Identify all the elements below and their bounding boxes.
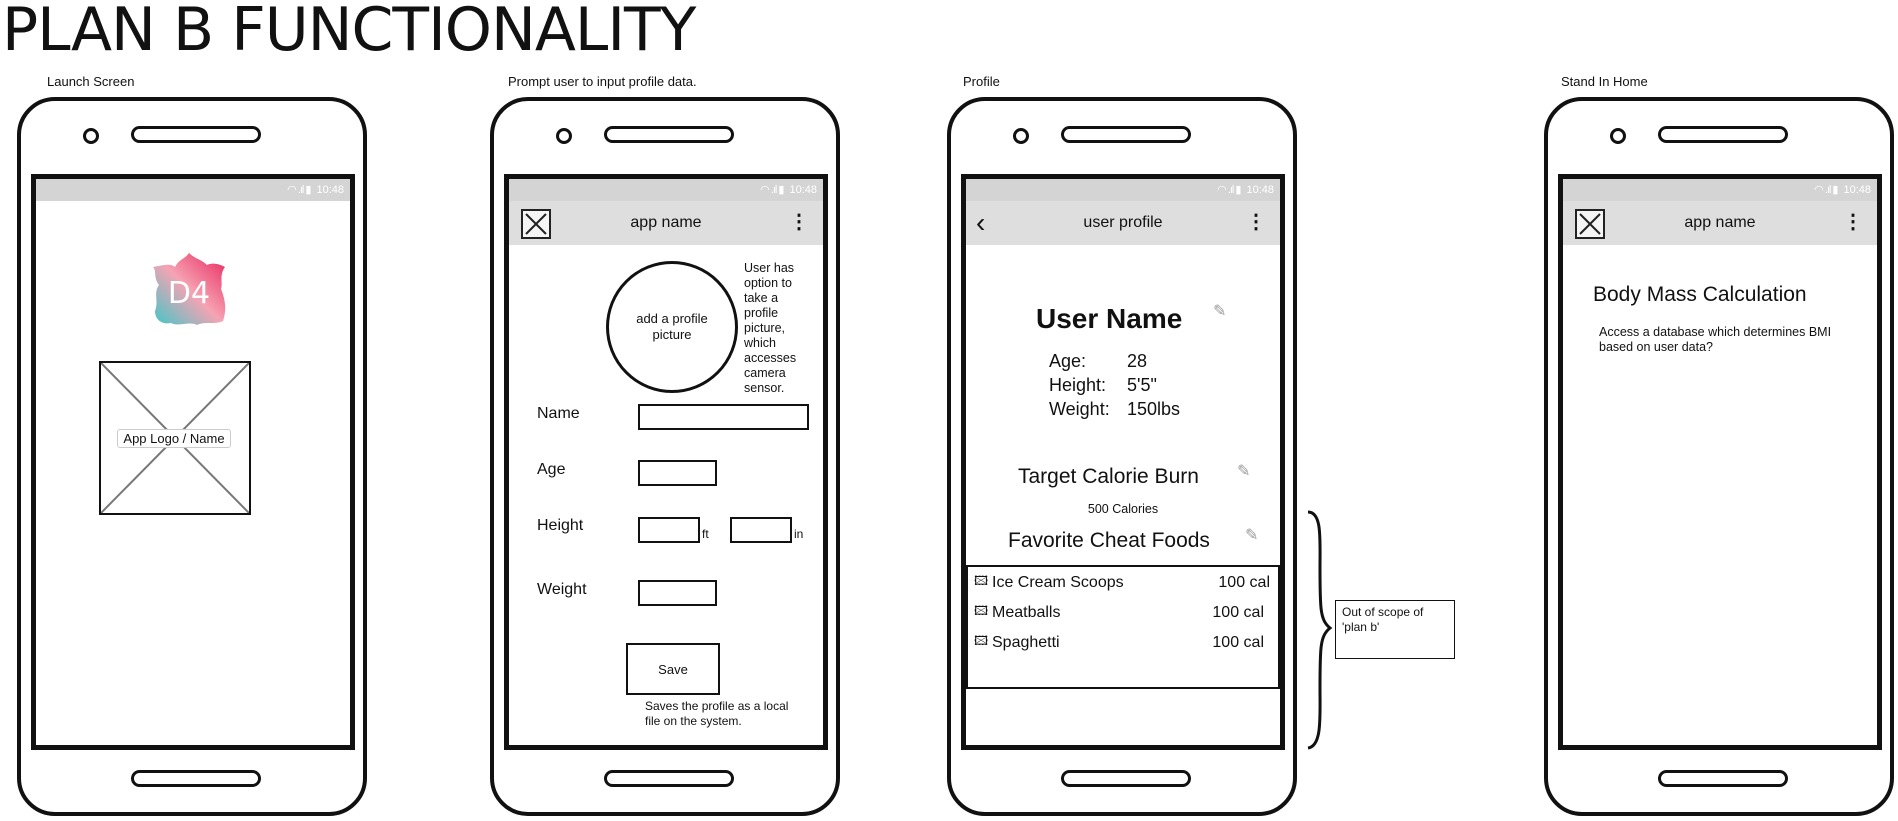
app-title: app name <box>630 214 702 231</box>
image-icon: 🖾 <box>974 573 989 588</box>
save-button-label: Save <box>658 661 688 677</box>
wifi-signal-battery-icon: ◠ .ıl ▮ <box>1814 184 1838 196</box>
status-bar: ◠ .ıl ▮ 10:48 <box>36 179 350 201</box>
weight-input[interactable] <box>638 580 717 606</box>
out-of-scope-text: Out of scope of 'plan b' <box>1342 605 1424 634</box>
weight-label: Weight <box>537 581 587 598</box>
bmi-description: Access a database which determines BMI b… <box>1599 325 1832 354</box>
status-time: 10:48 <box>789 184 817 196</box>
profile-picture-label: add a profile picture <box>636 311 708 342</box>
wifi-signal-battery-icon: ◠ .ıl ▮ <box>760 184 784 196</box>
profile-screen-label: Profile <box>963 74 1000 89</box>
out-of-scope-note: Out of scope of 'plan b' <box>1335 600 1455 659</box>
user-name: User Name <box>1036 303 1183 334</box>
weight-label: Weight: <box>1049 399 1110 419</box>
food-name: Meatballs <box>992 604 1061 621</box>
list-item[interactable]: 🖾 Spaghetti 100 cal <box>974 631 1264 655</box>
wifi-signal-battery-icon: ◠ .ıl ▮ <box>287 184 311 196</box>
camera-icon <box>83 128 99 144</box>
food-name: Spaghetti <box>992 634 1060 651</box>
speaker-slot <box>1061 126 1191 143</box>
home-button[interactable] <box>604 770 734 787</box>
cheat-foods-list: 🖾 Ice Cream Scoops 100 cal 🖾 Meatballs 1… <box>966 565 1280 689</box>
launch-phone: ◠ .ıl ▮ 10:48 D4 App Logo / Name <box>17 97 367 816</box>
page-title: PLAN B FUNCTIONALITY <box>2 0 696 65</box>
app-title: user profile <box>1083 214 1163 231</box>
standin-screen-label: Stand In Home <box>1561 74 1648 89</box>
d4-logo: D4 <box>149 249 229 329</box>
standin-phone: ◠ .ıl ▮ 10:48 app name ⋮ Body Mass Calcul… <box>1544 97 1894 816</box>
food-cal: 100 cal <box>1212 634 1264 651</box>
target-calorie-value: 500 Calories <box>1087 502 1159 516</box>
placeholder-label: App Logo / Name <box>117 429 231 448</box>
height-label: Height <box>537 517 584 534</box>
more-menu-icon[interactable]: ⋮ <box>789 210 809 234</box>
profile-picture-button[interactable]: add a profile picture <box>606 261 738 393</box>
list-item[interactable]: 🖾 Ice Cream Scoops 100 cal <box>974 571 1270 595</box>
profile-phone: ◠ .ıl ▮ 10:48 ‹ user profile ⋮ User Name … <box>947 97 1297 816</box>
status-time: 10:48 <box>1246 184 1274 196</box>
food-cal: 100 cal <box>1212 604 1264 621</box>
age-value: 28 <box>1127 351 1148 371</box>
height-in-unit: in <box>794 527 804 541</box>
app-bar: app name ⋮ <box>509 201 823 245</box>
age-input[interactable] <box>638 460 717 486</box>
cheat-foods-title: Favorite Cheat Foods <box>1008 529 1210 552</box>
save-button[interactable]: Save <box>626 643 720 695</box>
image-icon: 🖾 <box>974 603 989 618</box>
speaker-slot <box>1658 126 1788 143</box>
logo-text: D4 <box>168 276 210 311</box>
edit-pencil-icon[interactable]: ✎ <box>1237 461 1250 481</box>
bmi-heading: Body Mass Calculation <box>1593 283 1807 306</box>
name-label: Name <box>537 405 580 422</box>
height-label: Height: <box>1049 375 1107 395</box>
status-bar: ◠ .ıl ▮ 10:48 <box>509 179 823 201</box>
list-item[interactable]: 🖾 Meatballs 100 cal <box>974 601 1264 625</box>
edit-pencil-icon[interactable]: ✎ <box>1213 301 1226 321</box>
age-label: Age <box>537 461 566 478</box>
height-in-input[interactable] <box>730 517 792 543</box>
age-label: Age: <box>1049 351 1087 371</box>
height-ft-unit: ft <box>702 527 709 541</box>
speaker-slot <box>604 126 734 143</box>
save-note: Saves the profile as a local file on the… <box>645 699 789 728</box>
image-placeholder: App Logo / Name <box>99 361 251 515</box>
food-name: Ice Cream Scoops <box>992 574 1124 591</box>
camera-note: User has option to take a profile pictur… <box>744 261 797 395</box>
launch-screen: ◠ .ıl ▮ 10:48 D4 App Logo / Name <box>31 174 355 750</box>
profile-screen: ◠ .ıl ▮ 10:48 ‹ user profile ⋮ User Name … <box>961 174 1285 750</box>
home-button[interactable] <box>1658 770 1788 787</box>
more-menu-icon[interactable]: ⋮ <box>1843 210 1863 234</box>
home-button[interactable] <box>1061 770 1191 787</box>
image-icon: 🖾 <box>974 633 989 648</box>
name-input[interactable] <box>638 404 809 430</box>
status-bar: ◠ .ıl ▮ 10:48 <box>1563 179 1877 201</box>
status-time: 10:48 <box>316 184 344 196</box>
scope-brace <box>1307 510 1333 750</box>
home-button[interactable] <box>131 770 261 787</box>
standin-screen: ◠ .ıl ▮ 10:48 app name ⋮ Body Mass Calcul… <box>1558 174 1882 750</box>
wifi-signal-battery-icon: ◠ .ıl ▮ <box>1217 184 1241 196</box>
edit-pencil-icon[interactable]: ✎ <box>1245 525 1258 545</box>
status-bar: ◠ .ıl ▮ 10:48 <box>966 179 1280 201</box>
prompt-phone: ◠ .ıl ▮ 10:48 app name ⋮ add a profile pi… <box>490 97 840 816</box>
status-time: 10:48 <box>1843 184 1871 196</box>
stats-block: Age: 28 Height: 5'5" Weight: 150lbs <box>1049 349 1180 421</box>
launch-screen-label: Launch Screen <box>47 74 135 89</box>
prompt-screen-label: Prompt user to input profile data. <box>508 74 697 89</box>
app-bar: app name ⋮ <box>1563 201 1877 245</box>
target-calorie-title: Target Calorie Burn <box>1018 465 1199 488</box>
height-value: 5'5" <box>1127 375 1157 395</box>
height-ft-input[interactable] <box>638 517 700 543</box>
speaker-slot <box>131 126 261 143</box>
camera-icon <box>1013 128 1029 144</box>
camera-icon <box>1610 128 1626 144</box>
camera-icon <box>556 128 572 144</box>
weight-value: 150lbs <box>1127 399 1181 419</box>
food-cal: 100 cal <box>1218 574 1270 591</box>
more-menu-icon[interactable]: ⋮ <box>1246 210 1266 234</box>
app-title: app name <box>1684 214 1756 231</box>
prompt-screen: ◠ .ıl ▮ 10:48 app name ⋮ add a profile pi… <box>504 174 828 750</box>
app-bar: ‹ user profile ⋮ <box>966 201 1280 245</box>
